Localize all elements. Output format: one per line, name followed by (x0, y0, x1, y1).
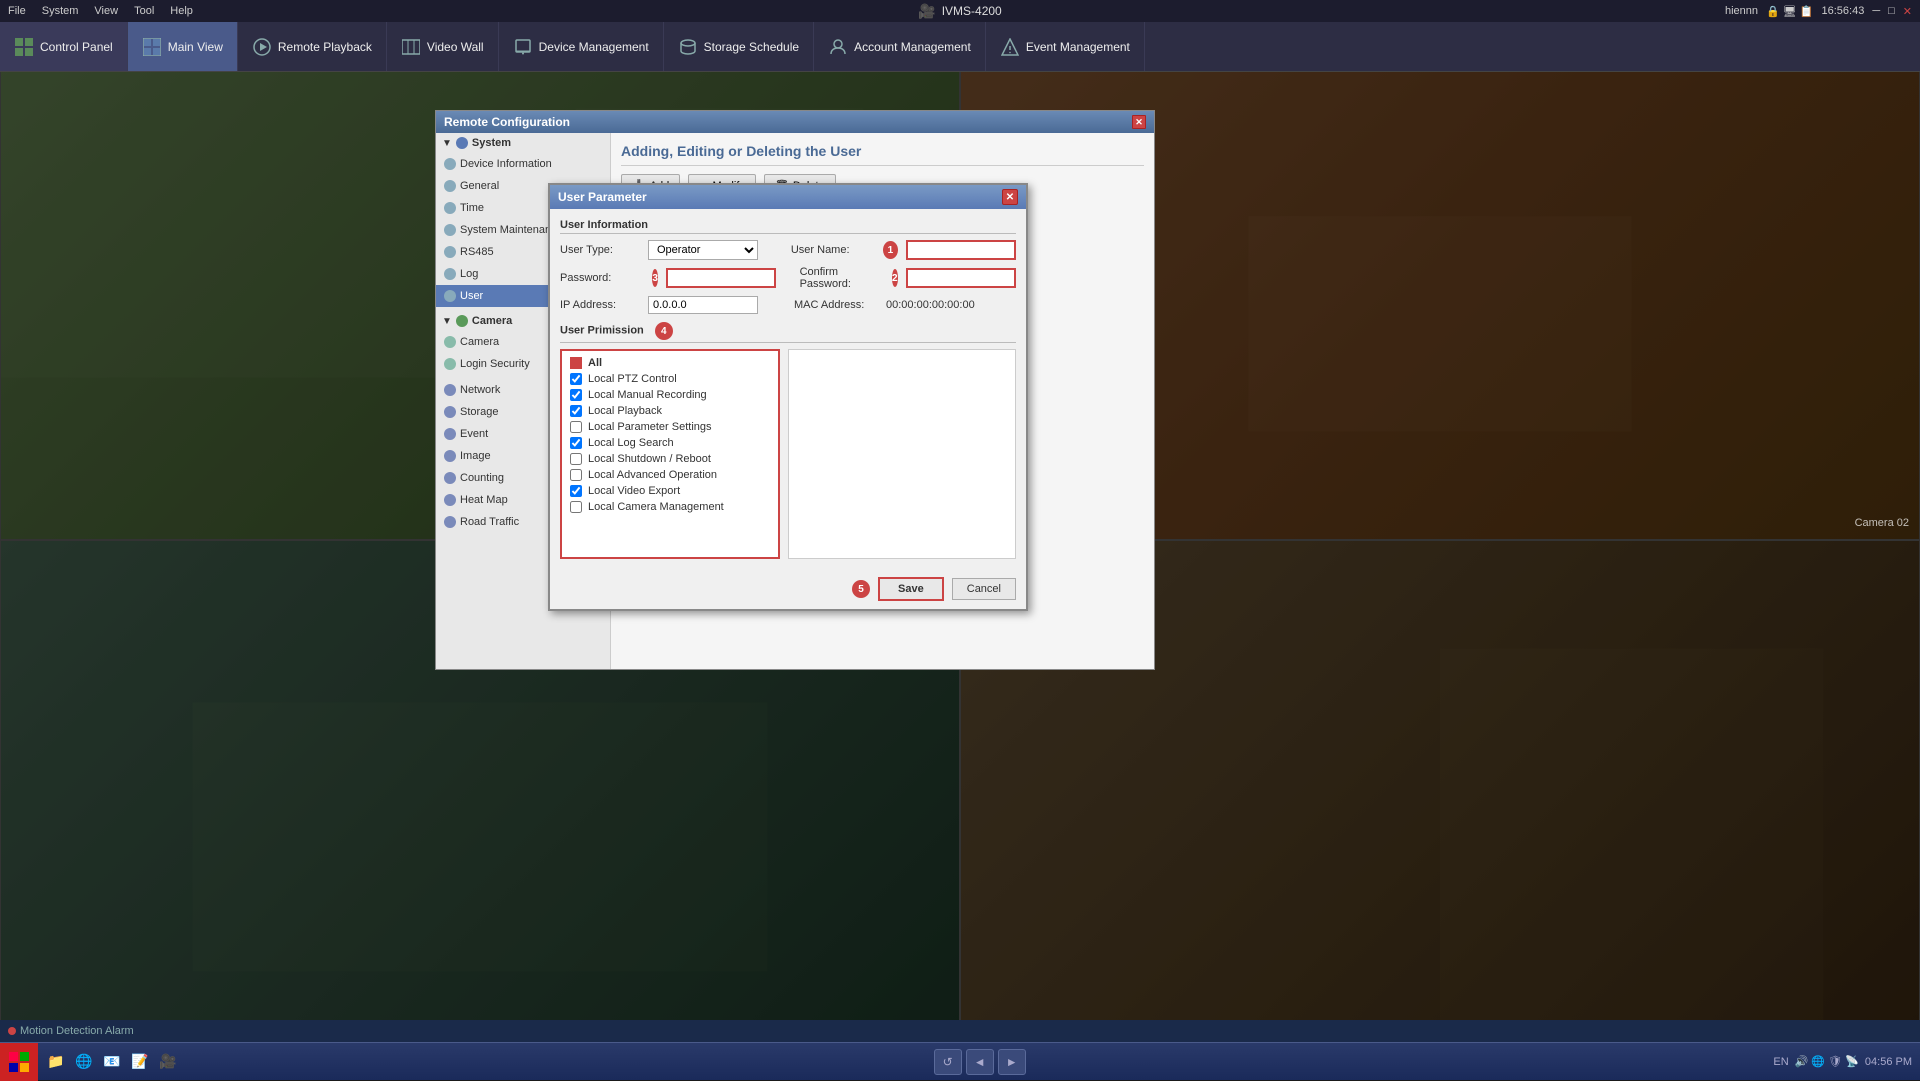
confirm-password-badge: 2 (892, 269, 898, 287)
perm-log-search-checkbox[interactable] (570, 437, 582, 449)
windows-logo-icon (8, 1051, 30, 1073)
perm-param-settings-checkbox[interactable] (570, 421, 582, 433)
perm-ptz-checkbox[interactable] (570, 373, 582, 385)
perm-item-ptz: Local PTZ Control (566, 371, 774, 387)
dialog-header: User Parameter ✕ (550, 185, 1026, 209)
taskbar-lang: EN (1773, 1056, 1788, 1068)
permission-badge: 4 (655, 322, 673, 340)
perm-item-shutdown-reboot: Local Shutdown / Reboot (566, 451, 774, 467)
user-info-section-title: User Information (560, 219, 1016, 234)
dialog-win-controls: ✕ (1002, 189, 1018, 205)
taskbar-right: EN 🔊 🌐 🛡 📡 04:56 PM (1773, 1055, 1920, 1068)
taskbar-nav: ↺ ◄ ► (934, 1049, 1026, 1075)
user-type-row: User Type: Operator Administrator Viewer… (560, 240, 1016, 260)
ip-address-input[interactable] (648, 296, 758, 314)
nav-next-btn[interactable]: ► (998, 1049, 1026, 1075)
perm-camera-mgmt-checkbox[interactable] (570, 501, 582, 513)
dialog-body: User Information User Type: Operator Adm… (550, 209, 1026, 569)
save-badge: 5 (852, 580, 870, 598)
perm-param-settings-label: Local Parameter Settings (588, 421, 712, 433)
taskbar-pinned-icons: 📁 🌐 📧 📝 🎥 (38, 1050, 186, 1074)
perm-log-search-label: Local Log Search (588, 437, 674, 449)
perm-manual-recording-checkbox[interactable] (570, 389, 582, 401)
perm-item-log-search: Local Log Search (566, 435, 774, 451)
taskbar-icon-4[interactable]: 📝 (128, 1050, 152, 1074)
perm-item-advanced-op: Local Advanced Operation (566, 467, 774, 483)
perm-playback-label: Local Playback (588, 405, 662, 417)
start-button[interactable] (0, 1043, 38, 1081)
perm-item-camera-mgmt: Local Camera Management (566, 499, 774, 515)
user-name-label: User Name: (791, 244, 871, 256)
permission-right-panel (788, 349, 1016, 559)
perm-item-all: All (566, 355, 774, 371)
perm-shutdown-reboot-label: Local Shutdown / Reboot (588, 453, 711, 465)
taskbar: 📁 🌐 📧 📝 🎥 ↺ ◄ ► EN 🔊 🌐 🛡 📡 04:56 PM (0, 1042, 1920, 1080)
password-label: Password: (560, 272, 640, 284)
perm-playback-checkbox[interactable] (570, 405, 582, 417)
perm-advanced-op-checkbox[interactable] (570, 469, 582, 481)
username-badge: 1 (883, 241, 898, 259)
perm-item-manual-recording: Local Manual Recording (566, 387, 774, 403)
perm-camera-mgmt-label: Local Camera Management (588, 501, 724, 513)
permission-section: User Primission 4 All Local PTZ Control (560, 322, 1016, 559)
dialog-close-button[interactable]: ✕ (1002, 189, 1018, 205)
user-name-input[interactable] (906, 240, 1016, 260)
confirm-password-input[interactable] (906, 268, 1016, 288)
ip-row: IP Address: MAC Address: 00:00:00:00:00:… (560, 296, 1016, 314)
taskbar-systray-icons: 🔊 🌐 🛡 📡 (1795, 1055, 1859, 1068)
mac-address-value: 00:00:00:00:00:00 (882, 297, 979, 313)
save-button[interactable]: Save (878, 577, 944, 601)
perm-all-label: All (588, 357, 602, 369)
mac-address-label: MAC Address: (794, 299, 874, 311)
status-dot (8, 1027, 16, 1035)
perm-advanced-op-label: Local Advanced Operation (588, 469, 717, 481)
perm-item-playback: Local Playback (566, 403, 774, 419)
dialog-footer: 5 Save Cancel (550, 569, 1026, 609)
perm-item-param-settings: Local Parameter Settings (566, 419, 774, 435)
perm-shutdown-reboot-checkbox[interactable] (570, 453, 582, 465)
perm-ptz-label: Local PTZ Control (588, 373, 677, 385)
status-text: Motion Detection Alarm (20, 1025, 134, 1037)
nav-prev-btn[interactable]: ◄ (966, 1049, 994, 1075)
password-input[interactable] (666, 268, 776, 288)
perm-item-video-export: Local Video Export (566, 483, 774, 499)
user-type-select[interactable]: Operator Administrator Viewer (648, 240, 758, 260)
status-bar: Motion Detection Alarm (0, 1020, 1920, 1042)
taskbar-icon-2[interactable]: 🌐 (72, 1050, 96, 1074)
taskbar-icon-1[interactable]: 📁 (44, 1050, 68, 1074)
ip-address-label: IP Address: (560, 299, 640, 311)
perm-video-export-label: Local Video Export (588, 485, 680, 497)
perm-manual-recording-label: Local Manual Recording (588, 389, 707, 401)
password-badge: 3 (652, 269, 658, 287)
taskbar-center: ↺ ◄ ► (186, 1049, 1773, 1075)
password-row: Password: 3 Confirm Password: 2 (560, 266, 1016, 290)
confirm-password-label: Confirm Password: (800, 266, 880, 290)
permission-list: All Local PTZ Control Local Manual Recor… (560, 349, 780, 559)
permission-section-title: User Primission 4 (560, 322, 1016, 343)
taskbar-icon-5[interactable]: 🎥 (156, 1050, 180, 1074)
taskbar-icon-3[interactable]: 📧 (100, 1050, 124, 1074)
dialog-title: User Parameter (558, 190, 647, 204)
user-type-label: User Type: (560, 244, 640, 256)
perm-video-export-checkbox[interactable] (570, 485, 582, 497)
cancel-button[interactable]: Cancel (952, 578, 1016, 600)
taskbar-time: 04:56 PM (1865, 1056, 1912, 1068)
all-square-icon (570, 357, 582, 369)
nav-refresh-btn[interactable]: ↺ (934, 1049, 962, 1075)
dialog-overlay: User Parameter ✕ User Information User T… (0, 0, 1920, 1080)
user-param-dialog: User Parameter ✕ User Information User T… (548, 183, 1028, 611)
